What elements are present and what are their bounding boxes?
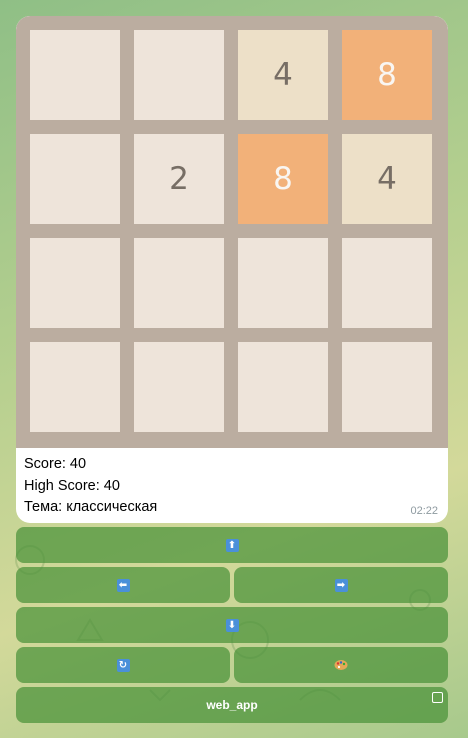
tile-r3-c4 [342,238,432,328]
tile-r4-c2 [134,342,224,432]
move-down-button[interactable]: ⬇ [16,607,448,643]
score-text: Score: 40 [24,456,87,472]
message-caption: Score: 40 High Score: 40 Тема: классичес… [24,454,157,519]
tile-r3-c3 [238,238,328,328]
move-right-button[interactable]: ➡ [234,567,448,603]
theme-button[interactable] [234,647,448,683]
web-app-button[interactable]: web_app [16,687,448,723]
tile-r1-c3: 4 [238,30,328,120]
right-arrow-icon: ➡ [334,578,348,592]
tile-r4-c1 [30,342,120,432]
restart-icon: ↻ [116,658,130,672]
tile-r4-c3 [238,342,328,432]
left-arrow-icon: ⬅ [116,578,130,592]
up-arrow-icon: ⬆ [225,538,239,552]
tile-r2-c4: 4 [342,134,432,224]
tile-r2-c3: 8 [238,134,328,224]
restart-button[interactable]: ↻ [16,647,230,683]
tile-r2-c2: 2 [134,134,224,224]
tile-r4-c4 [342,342,432,432]
message-time: 02:22 [410,505,438,517]
tile-r1-c1 [30,30,120,120]
game-board: 4 8 2 8 4 [16,16,448,448]
game-message: 4 8 2 8 4 Score: 40 High Score: 40 Тема:… [16,16,448,523]
high-score-text: High Score: 40 [24,477,120,494]
tile-r2-c1 [30,134,120,224]
palette-icon [334,660,348,670]
down-arrow-icon: ⬇ [225,618,239,632]
web-app-label: web_app [206,698,258,712]
tile-r3-c2 [134,238,224,328]
move-up-button[interactable]: ⬆ [16,527,448,563]
theme-text: Тема: классическая [24,499,158,515]
tile-r1-c4: 8 [342,30,432,120]
tile-r3-c1 [30,238,120,328]
tile-r1-c2 [134,30,224,120]
move-left-button[interactable]: ⬅ [16,567,230,603]
web-app-indicator-icon [432,692,443,703]
